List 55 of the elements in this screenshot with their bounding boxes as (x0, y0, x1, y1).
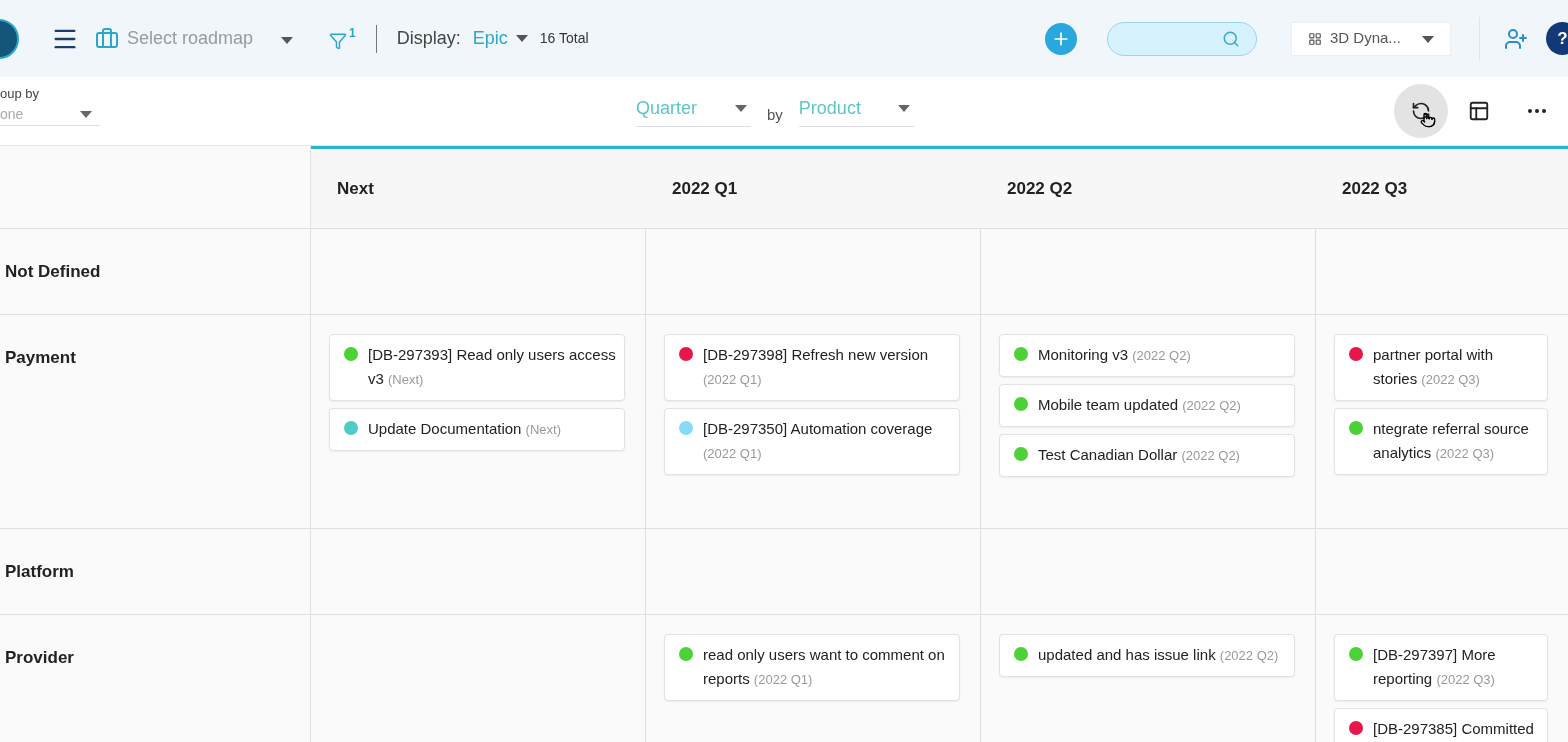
filter-count: 1 (349, 24, 356, 42)
epic-text: Mobile team updated (2022 Q2) (1038, 395, 1241, 415)
epic-text: [DB-297350] Automation coverage (2022 Q1) (703, 419, 934, 463)
caret-icon (80, 110, 92, 118)
epic-card[interactable]: [DB-297350] Automation coverage (2022 Q1) (664, 408, 960, 475)
caret-icon (1422, 36, 1434, 44)
row-label: Not Defined (5, 262, 101, 281)
row-label: Platform (5, 562, 74, 581)
help-button[interactable]: ? (1546, 22, 1568, 55)
epic-text: [DB-297393] Read only users access v3 (Next) (368, 345, 616, 389)
caret-icon (897, 105, 910, 112)
layout-icon (1468, 100, 1490, 122)
epic-card[interactable]: [DB-297385] Committed (1334, 708, 1548, 742)
row-label: Provider (5, 648, 74, 667)
caret-icon (515, 35, 528, 42)
epic-text: read only users want to comment on reports (2022 Q1) (703, 645, 946, 689)
epic-text: Update Documentation (Next) (368, 419, 561, 439)
workspace-select[interactable]: 3D Dyna... (1291, 21, 1451, 56)
search-icon (1222, 29, 1240, 48)
epic-card[interactable]: [DB-297393] Read only users access v3 (Next) (329, 334, 625, 401)
epic-text: updated and has issue link (2022 Q2) (1038, 645, 1279, 665)
epic-card[interactable]: Update Documentation (Next) (329, 408, 625, 451)
briefcase-icon (95, 26, 119, 51)
epic-card[interactable]: updated and has issue link (2022 Q2) (999, 634, 1295, 677)
add-user-icon[interactable] (1504, 26, 1528, 51)
row-label: Payment (5, 348, 76, 367)
filter-icon[interactable] (329, 31, 348, 50)
epic-card[interactable]: partner portal with stories (2022 Q3) (1334, 334, 1548, 401)
grid-icon (1308, 31, 1322, 46)
epic-text: [DB-297398] Refresh new version (2022 Q1) (703, 345, 930, 389)
epic-text: [DB-297385] Committed (1373, 719, 1534, 739)
epic-text: Monitoring v3 (2022 Q2) (1038, 345, 1191, 365)
epic-text: Test Canadian Dollar (2022 Q2) (1038, 445, 1240, 465)
toolbar-button[interactable] (1394, 84, 1448, 138)
epic-card[interactable]: [DB-297397] More reporting (2022 Q3) (1334, 634, 1548, 701)
display-label: Display: (396, 27, 461, 50)
total-count: 16 Total (539, 29, 589, 48)
epic-card[interactable]: [DB-297398] Refresh new version (2022 Q1) (664, 334, 960, 401)
epic-card[interactable]: read only users want to comment on reports (2022 Q1) (664, 634, 960, 701)
more-icon (1528, 109, 1546, 113)
epic-text: [DB-297397] More reporting (2022 Q3) (1373, 645, 1497, 689)
epic-card[interactable]: ntegrate referral source analytics (2022 Q3) (1334, 408, 1548, 475)
refresh-icon (1411, 101, 1431, 121)
caret-icon (735, 105, 747, 112)
epic-text: partner portal with stories (2022 Q3) (1373, 345, 1495, 389)
epic-card[interactable]: Mobile team updated (2022 Q2) (999, 384, 1295, 427)
caret-icon (281, 37, 294, 44)
group-by-label: oup by (0, 85, 41, 104)
epic-text: ntegrate referral source analytics (2022 Q3) (1373, 419, 1530, 463)
epic-card[interactable]: Test Canadian Dollar (2022 Q2) (999, 434, 1295, 477)
hand-cursor-icon (1420, 112, 1436, 128)
epic-card[interactable]: Monitoring v3 (2022 Q2) (999, 334, 1295, 377)
by-label: by (767, 104, 783, 125)
add-button[interactable] (1045, 22, 1077, 55)
search-field[interactable] (1107, 21, 1257, 56)
